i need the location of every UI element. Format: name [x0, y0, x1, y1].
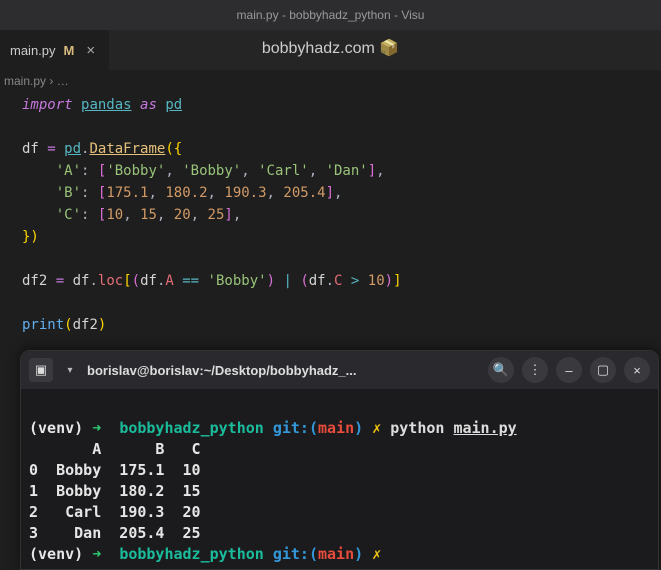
tab-modified-indicator: M [64, 43, 75, 58]
tab-close-icon[interactable]: × [82, 42, 99, 59]
maximize-button[interactable]: ▢ [590, 357, 616, 383]
line-number [4, 248, 22, 270]
tab-dropdown[interactable]: ▾ [61, 358, 79, 382]
output-row: 2 Carl 190.3 20 [29, 503, 201, 521]
terminal-output[interactable]: (venv) ➜ bobbyhadz_python git:(main) ✗ p… [21, 389, 658, 569]
line-number [4, 204, 22, 226]
plus-box-icon: ▣ [35, 362, 47, 378]
box-icon: 📦 [379, 40, 399, 57]
breadcrumb-more: … [57, 74, 69, 88]
search-icon: 🔍 [493, 362, 509, 378]
line-number [4, 314, 22, 336]
minimize-icon: – [565, 363, 572, 378]
terminal-header: ▣ ▾ borislav@borislav:~/Desktop/bobbyhad… [21, 351, 658, 389]
new-tab-button[interactable]: ▣ [29, 358, 53, 382]
window-title-bar: main.py - bobbyhadz_python - Visu [0, 0, 661, 30]
line-number [4, 116, 22, 138]
line-number [4, 94, 22, 116]
chevron-down-icon: ▾ [67, 365, 72, 376]
line-number [4, 138, 22, 160]
window-title: main.py - bobbyhadz_python - Visu [237, 8, 425, 22]
output-header: A B C [29, 440, 201, 458]
minimize-button[interactable]: – [556, 357, 582, 383]
watermark-text: bobbyhadz.com [262, 40, 375, 57]
kebab-icon: ⋮ [529, 362, 542, 378]
line-number [4, 270, 22, 292]
line-number [4, 160, 22, 182]
close-icon: × [633, 363, 641, 378]
code-editor[interactable]: import pandas as pd df = pd.DataFrame({ … [0, 94, 661, 336]
tab-main-py[interactable]: main.py M × [0, 30, 109, 70]
breadcrumb-sep: › [49, 74, 53, 88]
terminal-title: borislav@borislav:~/Desktop/bobbyhadz_..… [87, 363, 480, 378]
output-row: 3 Dan 205.4 25 [29, 524, 201, 542]
line-number [4, 226, 22, 248]
output-row: 1 Bobby 180.2 15 [29, 482, 201, 500]
terminal-panel: ▣ ▾ borislav@borislav:~/Desktop/bobbyhad… [20, 350, 659, 570]
search-button[interactable]: 🔍 [488, 357, 514, 383]
breadcrumb[interactable]: main.py › … [0, 70, 661, 94]
close-button[interactable]: × [624, 357, 650, 383]
menu-button[interactable]: ⋮ [522, 357, 548, 383]
output-row: 0 Bobby 175.1 10 [29, 461, 201, 479]
line-number [4, 292, 22, 314]
breadcrumb-file: main.py [4, 74, 46, 88]
maximize-icon: ▢ [597, 362, 609, 378]
tab-bar: main.py M × bobbyhadz.com 📦 [0, 30, 661, 70]
tab-filename: main.py [10, 43, 56, 58]
line-number [4, 182, 22, 204]
